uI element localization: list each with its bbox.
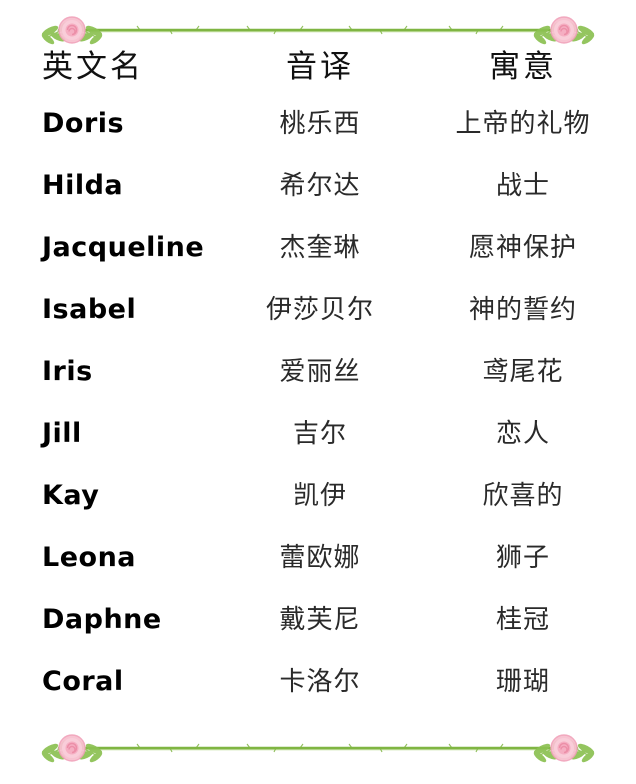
cell-english-name: Daphne [42,604,162,635]
cell-meaning: 愿神保护 [468,233,577,263]
cell-transliteration: 杰奎琳 [279,233,361,263]
table-row: Isabel 伊莎贝尔 神的誓约 [0,296,636,358]
table-row: Doris 桃乐西 上帝的礼物 [0,110,636,172]
table-row: Hilda 希尔达 战士 [0,172,636,234]
cell-meaning: 珊瑚 [495,667,550,697]
cell-english-name: Doris [42,108,125,139]
column-header-meaning: 寓意 [489,49,557,85]
cell-transliteration: 戴芙尼 [279,605,361,635]
cell-transliteration: 伊莎贝尔 [265,295,374,325]
name-list-page: 英文名 音译 寓意 Doris 桃乐西 上帝的礼物 Hilda 希尔达 战士 J… [0,0,636,784]
cell-transliteration: 卡洛尔 [279,667,361,697]
cell-english-name: Isabel [42,294,137,325]
cell-transliteration: 爱丽丝 [279,357,361,387]
cell-transliteration: 希尔达 [279,171,361,201]
table-row: Daphne 戴芙尼 桂冠 [0,606,636,668]
cell-meaning: 狮子 [495,543,550,573]
table-row: Iris 爱丽丝 鸢尾花 [0,358,636,420]
cell-meaning: 神的誓约 [468,295,577,325]
cell-meaning: 战士 [495,171,550,201]
table-header-row: 英文名 音译 寓意 [0,52,636,110]
table-row: Kay 凯伊 欣喜的 [0,482,636,544]
cell-transliteration: 蕾欧娜 [279,543,361,573]
cell-transliteration: 吉尔 [292,419,347,449]
column-header-english-name: 英文名 [42,49,144,85]
cell-transliteration: 凯伊 [292,481,347,511]
cell-meaning: 欣喜的 [482,481,564,511]
names-table: 英文名 音译 寓意 Doris 桃乐西 上帝的礼物 Hilda 希尔达 战士 J… [0,52,636,730]
cell-transliteration: 桃乐西 [279,109,361,139]
column-header-transliteration: 音译 [286,49,354,85]
cell-meaning: 上帝的礼物 [455,109,591,139]
cell-english-name: Hilda [42,170,124,201]
cell-english-name: Jill [42,418,82,449]
table-row: Coral 卡洛尔 珊瑚 [0,668,636,730]
cell-meaning: 恋人 [495,419,550,449]
table-row: Jacqueline 杰奎琳 愿神保护 [0,234,636,296]
cell-meaning: 鸢尾花 [482,357,564,387]
table-row: Jill 吉尔 恋人 [0,420,636,482]
bottom-rose-vine-divider [0,726,636,774]
cell-meaning: 桂冠 [495,605,550,635]
cell-english-name: Coral [42,666,124,697]
cell-english-name: Iris [42,356,93,387]
table-row: Leona 蕾欧娜 狮子 [0,544,636,606]
cell-english-name: Jacqueline [42,232,205,263]
cell-english-name: Leona [42,542,137,573]
cell-english-name: Kay [42,480,100,511]
